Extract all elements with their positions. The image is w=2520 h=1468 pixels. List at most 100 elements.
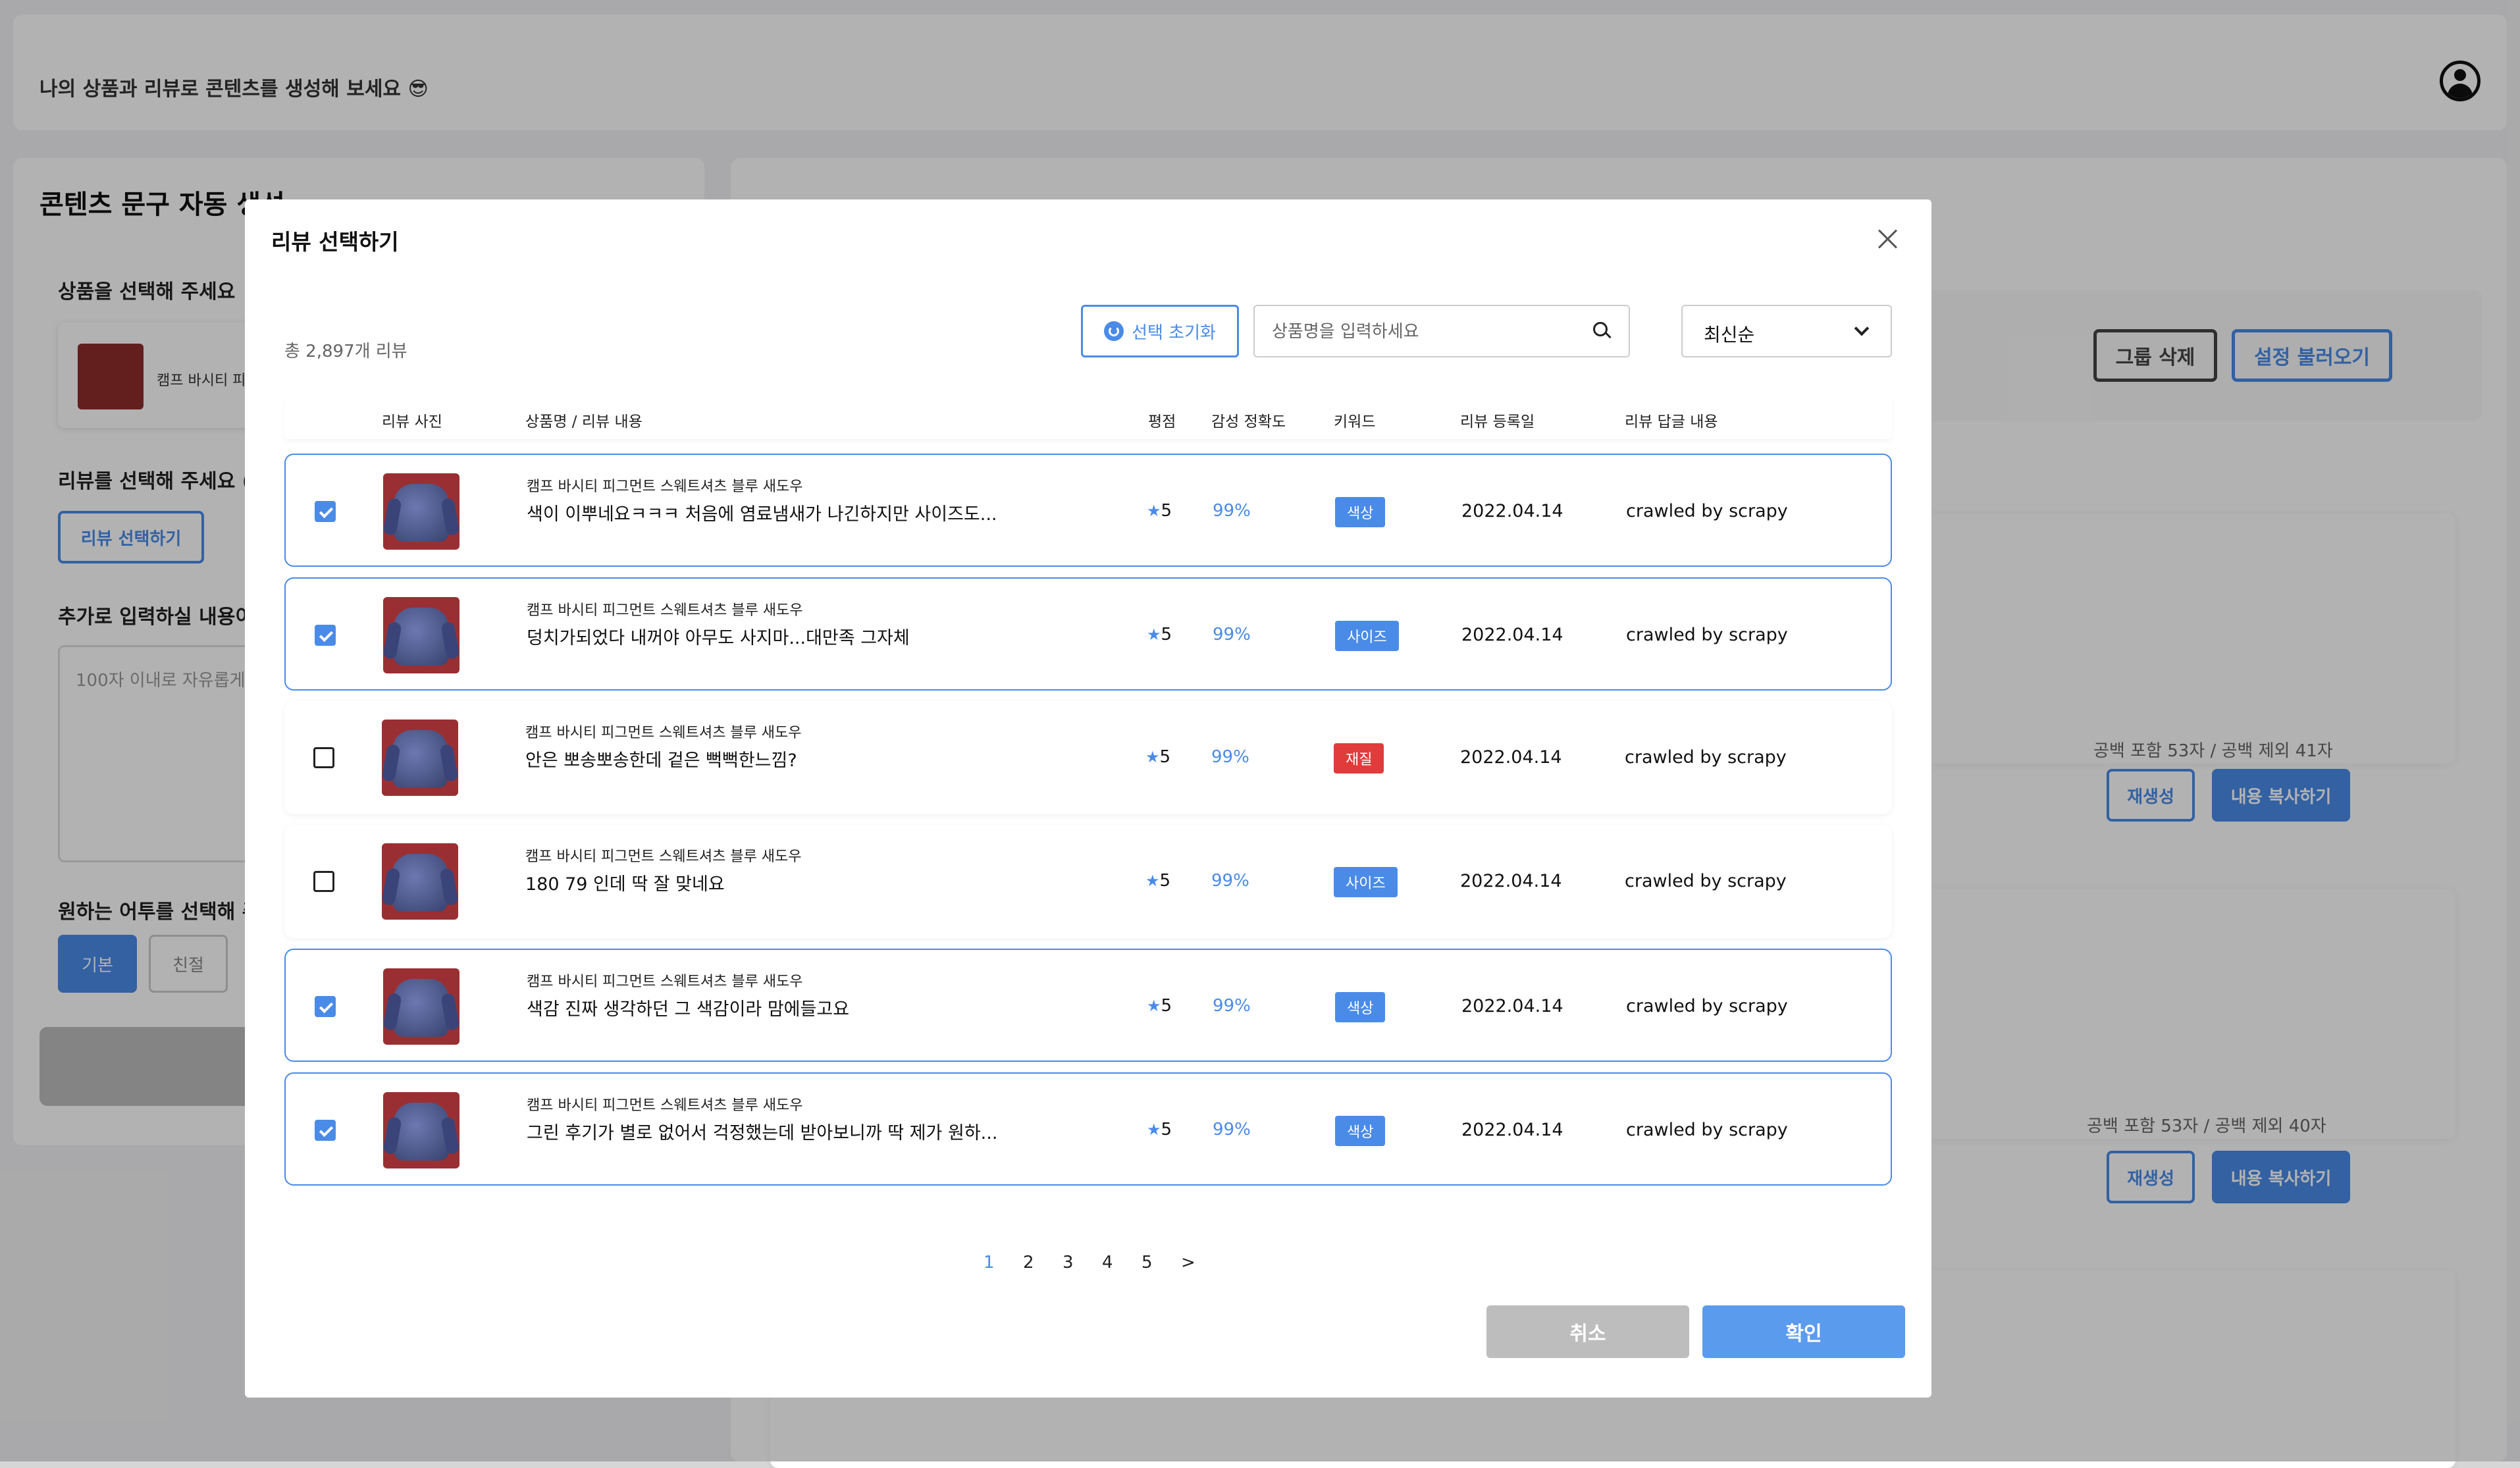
modal-title: 리뷰 선택하기 — [271, 229, 399, 255]
review-photo — [383, 1092, 459, 1168]
star-icon: ★ — [1145, 872, 1160, 890]
review-reply: crawled by scrapy — [1626, 1120, 1788, 1140]
rating-value: 5 — [1161, 625, 1172, 644]
review-row[interactable]: 캠프 바시티 피그먼트 스웨트셔츠 블루 새도우색이 이뿌네요ㅋㅋㅋ 처음에 염… — [284, 454, 1892, 567]
rating: ★5 — [1147, 625, 1172, 644]
rating: ★5 — [1147, 501, 1172, 521]
review-content: 안은 뽀송뽀송한데 겉은 뻑뻑한느낌? — [525, 750, 797, 771]
review-row[interactable]: 캠프 바시티 피그먼트 스웨트셔츠 블루 새도우 180 79 인데 딱 잘 맞네… — [284, 825, 1892, 938]
rating: ★5 — [1145, 871, 1170, 891]
col-accuracy: 감성 정확도 — [1211, 413, 1286, 431]
product-name: 캠프 바시티 피그먼트 스웨트셔츠 블루 새도우 — [527, 602, 803, 619]
star-icon: ★ — [1147, 1120, 1161, 1139]
review-date: 2022.04.14 — [1461, 625, 1563, 645]
keyword-badge: 재질 — [1334, 743, 1384, 773]
search-input[interactable] — [1271, 318, 1573, 346]
star-icon: ★ — [1145, 748, 1160, 766]
pagination: 1 2 3 4 5 > — [984, 1253, 1195, 1279]
row-checkbox[interactable] — [315, 996, 336, 1017]
rating-value: 5 — [1161, 996, 1172, 1016]
product-name: 캠프 바시티 피그먼트 스웨트셔츠 블루 새도우 — [527, 1097, 803, 1114]
review-photo — [382, 843, 458, 920]
chevron-down-icon — [1854, 321, 1870, 336]
review-photo — [383, 473, 459, 550]
product-name: 캠프 바시티 피그먼트 스웨트셔츠 블루 새도우 — [527, 479, 803, 495]
review-row[interactable]: 캠프 바시티 피그먼트 스웨트셔츠 블루 새도우그린 후기가 별로 없어서 걱정… — [284, 1072, 1892, 1186]
close-icon[interactable] — [1871, 223, 1904, 255]
rating: ★5 — [1147, 1120, 1172, 1140]
review-reply: crawled by scrapy — [1626, 625, 1788, 645]
page-link[interactable]: 2 — [1023, 1253, 1034, 1272]
review-reply: crawled by scrapy — [1625, 871, 1787, 891]
search-icon[interactable] — [1593, 322, 1613, 342]
review-content: 그린 후기가 별로 없어서 걱정했는데 받아보니까 딱 제가 원하... — [527, 1123, 998, 1143]
review-date: 2022.04.14 — [1460, 747, 1562, 768]
product-name: 캠프 바시티 피그먼트 스웨트셔츠 블루 새도우 — [527, 974, 803, 990]
col-reply: 리뷰 답글 내용 — [1625, 413, 1718, 431]
col-photo: 리뷰 사진 — [382, 413, 442, 431]
review-reply: crawled by scrapy — [1626, 501, 1788, 521]
review-photo — [383, 968, 459, 1045]
page-link[interactable]: 3 — [1063, 1253, 1074, 1272]
cancel-button[interactable]: 취소 — [1486, 1305, 1689, 1358]
review-photo — [383, 597, 459, 673]
review-date: 2022.04.14 — [1461, 1120, 1563, 1140]
keyword-badge: 색상 — [1335, 992, 1386, 1022]
rating-value: 5 — [1159, 747, 1171, 767]
col-rating: 평점 — [1148, 413, 1176, 431]
total-review-count: 총 2,897개 리뷰 — [284, 342, 407, 361]
keyword-badge: 색상 — [1335, 497, 1386, 527]
accuracy: 99% — [1213, 625, 1251, 644]
search-box — [1253, 305, 1630, 357]
accuracy: 99% — [1211, 871, 1249, 891]
review-content: 색이 이뿌네요ㅋㅋㅋ 처음에 염료냄새가 나긴하지만 사이즈도... — [527, 504, 997, 525]
review-row[interactable]: 캠프 바시티 피그먼트 스웨트셔츠 블루 새도우색감 진짜 생각하던 그 색감이… — [284, 949, 1892, 1062]
rating-value: 5 — [1159, 871, 1171, 891]
review-photo — [382, 720, 458, 796]
confirm-button[interactable]: 확인 — [1702, 1305, 1905, 1358]
rating-value: 5 — [1161, 1120, 1172, 1140]
sort-select[interactable]: 최신순 — [1681, 305, 1892, 357]
row-checkbox[interactable] — [315, 501, 336, 522]
review-reply: crawled by scrapy — [1626, 996, 1788, 1016]
page-link[interactable]: 4 — [1102, 1253, 1113, 1272]
page-link[interactable]: 1 — [984, 1253, 995, 1272]
page-link[interactable]: 5 — [1142, 1253, 1153, 1272]
review-row[interactable]: 캠프 바시티 피그먼트 스웨트셔츠 블루 새도우덩치가되었다 내꺼야 아무도 사… — [284, 577, 1892, 691]
product-name: 캠프 바시티 피그먼트 스웨트셔츠 블루 새도우 — [525, 725, 802, 741]
col-keyword: 키워드 — [1334, 413, 1376, 431]
next-page-button[interactable]: > — [1181, 1253, 1195, 1272]
table-header: 리뷰 사진 상품명 / 리뷰 내용 평점 감성 정확도 키워드 리뷰 등록일 리… — [284, 397, 1892, 439]
review-date: 2022.04.14 — [1461, 501, 1563, 521]
rating-value: 5 — [1161, 501, 1172, 521]
accuracy: 99% — [1213, 1120, 1251, 1140]
review-date: 2022.04.14 — [1461, 996, 1563, 1016]
refresh-icon — [1104, 321, 1124, 341]
keyword-badge: 색상 — [1335, 1116, 1386, 1146]
rating: ★5 — [1145, 747, 1170, 767]
star-icon: ★ — [1147, 502, 1161, 520]
review-row[interactable]: 캠프 바시티 피그먼트 스웨트셔츠 블루 새도우안은 뽀송뽀송한데 겉은 뻑뻑한… — [284, 701, 1892, 814]
row-checkbox[interactable] — [313, 747, 334, 768]
review-select-modal: 리뷰 선택하기 총 2,897개 리뷰 선택 초기화 최신순 리뷰 사진 상품명… — [245, 199, 1931, 1398]
product-name: 캠프 바시티 피그먼트 스웨트셔츠 블루 새도우 — [525, 849, 802, 865]
star-icon: ★ — [1147, 997, 1161, 1015]
col-date: 리뷰 등록일 — [1460, 413, 1535, 431]
keyword-badge: 사이즈 — [1334, 867, 1398, 897]
accuracy: 99% — [1211, 747, 1249, 767]
accuracy: 99% — [1213, 996, 1251, 1016]
row-checkbox[interactable] — [313, 871, 334, 892]
review-content: 덩치가되었다 내꺼야 아무도 사지마...대만족 그자체 — [527, 628, 910, 648]
review-reply: crawled by scrapy — [1625, 747, 1787, 768]
review-content: 180 79 인데 딱 잘 맞네요 — [525, 874, 725, 895]
row-checkbox[interactable] — [315, 1120, 336, 1141]
col-name: 상품명 / 리뷰 내용 — [525, 413, 643, 431]
rating: ★5 — [1147, 996, 1172, 1016]
reset-selection-button[interactable]: 선택 초기화 — [1081, 305, 1239, 357]
keyword-badge: 사이즈 — [1335, 621, 1399, 651]
review-date: 2022.04.14 — [1460, 871, 1562, 891]
star-icon: ★ — [1147, 625, 1161, 644]
row-checkbox[interactable] — [315, 625, 336, 646]
review-content: 색감 진짜 생각하던 그 색감이라 맘에들고요 — [527, 999, 850, 1020]
reset-selection-label: 선택 초기화 — [1132, 323, 1216, 343]
